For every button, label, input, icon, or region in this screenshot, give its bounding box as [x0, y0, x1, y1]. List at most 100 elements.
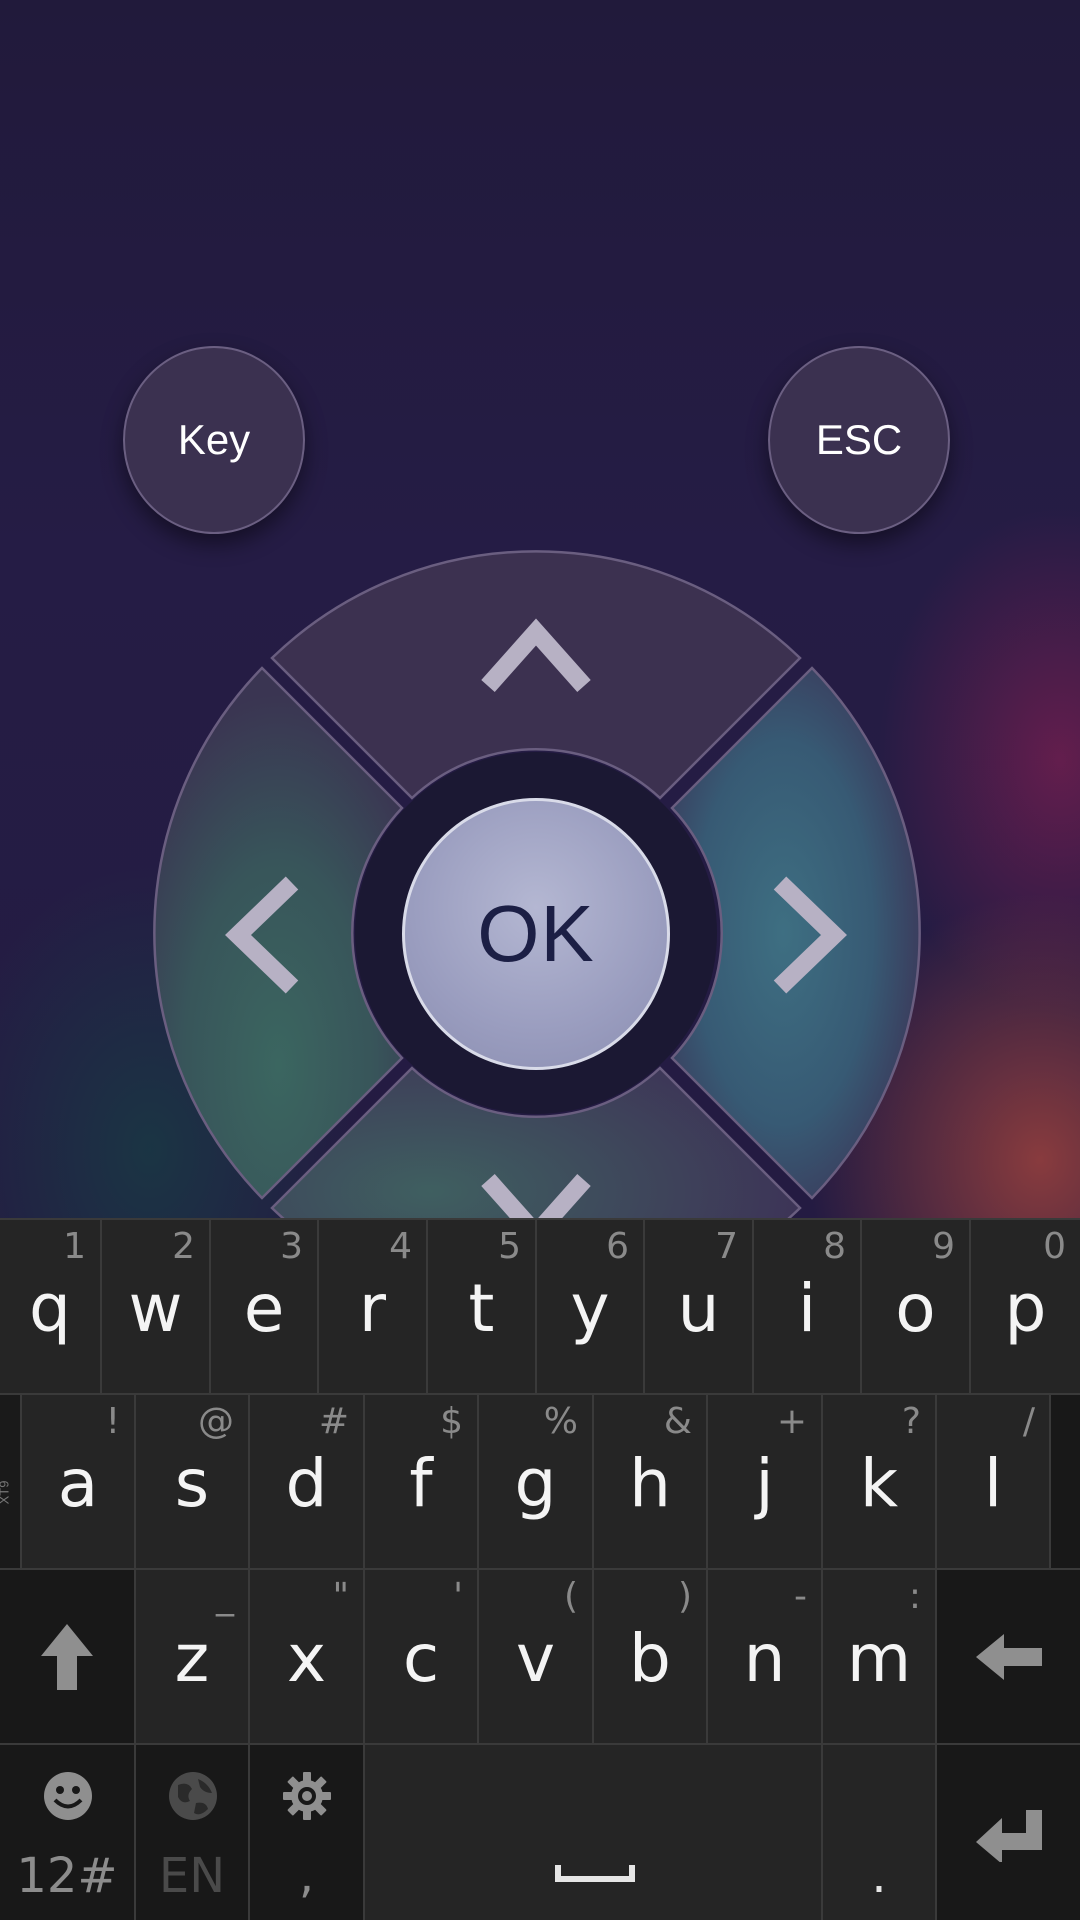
- key-sub-label: 0: [1043, 1226, 1066, 1267]
- key-label: u: [677, 1270, 720, 1347]
- key-p[interactable]: 0p: [971, 1220, 1080, 1393]
- key-label: i: [797, 1270, 817, 1347]
- key-sub-label: :: [908, 1576, 921, 1617]
- key-sub-label: ': [453, 1576, 463, 1617]
- gear-icon: [282, 1771, 332, 1826]
- key-q[interactable]: 1q: [0, 1220, 102, 1393]
- key-sub-label: _: [216, 1576, 234, 1617]
- key-sub-label: 5: [498, 1226, 521, 1267]
- shift-key[interactable]: [0, 1570, 136, 1743]
- key-x[interactable]: " x: [250, 1570, 365, 1743]
- emoji-symbols-key[interactable]: 12#: [0, 1745, 136, 1920]
- period-key[interactable]: .: [823, 1745, 937, 1920]
- key-sub-label: ): [677, 1576, 692, 1617]
- key-sub-label: @: [198, 1401, 234, 1442]
- key-label: y: [570, 1270, 610, 1347]
- keyboard-row-4: 12# EN , .: [0, 1745, 1080, 1920]
- key-l[interactable]: / l: [937, 1395, 1051, 1568]
- key-w[interactable]: 2w: [102, 1220, 211, 1393]
- key-g[interactable]: % g: [479, 1395, 594, 1568]
- keyboard: 1q 2w 3e 4r 5t 6y 7u 8i 9o 0p XT9 ! a @ s …: [0, 1218, 1080, 1920]
- enter-key[interactable]: [937, 1745, 1080, 1920]
- key-y[interactable]: 6y: [537, 1220, 645, 1393]
- key-label: f: [409, 1445, 433, 1522]
- space-key[interactable]: [365, 1745, 823, 1920]
- period-label: .: [871, 1848, 887, 1904]
- key-v[interactable]: (v: [479, 1570, 594, 1743]
- shift-icon: [0, 1570, 134, 1743]
- key-m[interactable]: :m: [823, 1570, 937, 1743]
- key-sub-label: 6: [606, 1226, 629, 1267]
- key-sub-label: +: [776, 1401, 807, 1442]
- space-bar-icon: [555, 1863, 635, 1888]
- key-label: e: [243, 1270, 285, 1347]
- key-sub-label: ": [332, 1576, 349, 1617]
- xt9-indicator: XT9: [0, 1395, 22, 1568]
- key-label: z: [174, 1620, 210, 1697]
- key-sub-label: !: [105, 1401, 120, 1442]
- key-label: v: [515, 1620, 556, 1697]
- key-s[interactable]: @ s: [136, 1395, 250, 1568]
- key-t[interactable]: 5t: [428, 1220, 537, 1393]
- backspace-arrow-icon: [937, 1570, 1080, 1743]
- keyboard-row-1: 1q 2w 3e 4r 5t 6y 7u 8i 9o 0p: [0, 1220, 1080, 1395]
- key-k[interactable]: ? k: [823, 1395, 937, 1568]
- key-label: w: [128, 1270, 183, 1347]
- key-o[interactable]: 9o: [862, 1220, 971, 1393]
- key-d[interactable]: # d: [250, 1395, 365, 1568]
- key-sub-label: 9: [932, 1226, 955, 1267]
- key-sub-label: &: [663, 1401, 692, 1442]
- backspace-key[interactable]: [937, 1570, 1080, 1743]
- key-label: g: [514, 1445, 557, 1522]
- key-label: t: [468, 1270, 495, 1347]
- key-sub-label: 2: [172, 1226, 195, 1267]
- key-sub-label: -: [794, 1576, 807, 1617]
- remote-panel: Key ESC OK: [0, 0, 1080, 1218]
- ok-button-label: OK: [477, 889, 595, 978]
- key-sub-label: 1: [63, 1226, 86, 1267]
- key-label: o: [895, 1270, 936, 1347]
- smiley-icon: [43, 1771, 93, 1826]
- key-sub-label: %: [543, 1401, 578, 1442]
- key-label: d: [285, 1445, 328, 1522]
- globe-icon: [168, 1771, 218, 1826]
- key-sub-label: #: [318, 1401, 349, 1442]
- ok-button[interactable]: OK: [402, 798, 670, 1070]
- key-z[interactable]: _ z: [136, 1570, 250, 1743]
- key-i[interactable]: 8i: [754, 1220, 862, 1393]
- key-sub-label: 3: [280, 1226, 303, 1267]
- key-label: k: [859, 1445, 899, 1522]
- key-label: p: [1004, 1270, 1047, 1347]
- settings-comma-key[interactable]: ,: [250, 1745, 365, 1920]
- key-a[interactable]: ! a: [22, 1395, 136, 1568]
- keyboard-row-2: XT9 ! a @ s # d $ f % g & h + j ? k / l: [0, 1395, 1080, 1570]
- dpad: OK: [0, 0, 1080, 1218]
- key-sub-label: 4: [389, 1226, 412, 1267]
- key-label: m: [846, 1620, 912, 1697]
- key-sub-label: (: [563, 1576, 578, 1617]
- key-label: b: [629, 1620, 671, 1697]
- key-row2-spacer: [1051, 1395, 1080, 1568]
- symbols-label: 12#: [16, 1848, 118, 1904]
- comma-label: ,: [298, 1848, 315, 1904]
- key-e[interactable]: 3e: [211, 1220, 319, 1393]
- key-label: h: [629, 1445, 671, 1522]
- key-label: a: [57, 1445, 99, 1522]
- language-key[interactable]: EN: [136, 1745, 250, 1920]
- key-h[interactable]: & h: [594, 1395, 708, 1568]
- xt9-label: XT9: [0, 1480, 12, 1505]
- key-n[interactable]: -n: [708, 1570, 823, 1743]
- key-b[interactable]: ) b: [594, 1570, 708, 1743]
- key-label: j: [755, 1445, 774, 1522]
- key-u[interactable]: 7u: [645, 1220, 754, 1393]
- key-sub-label: 8: [823, 1226, 846, 1267]
- key-label: q: [29, 1270, 71, 1347]
- key-label: s: [174, 1445, 210, 1522]
- key-r[interactable]: 4r: [319, 1220, 428, 1393]
- key-f[interactable]: $ f: [365, 1395, 479, 1568]
- key-c[interactable]: ' c: [365, 1570, 479, 1743]
- key-sub-label: 7: [715, 1226, 738, 1267]
- key-sub-label: ?: [901, 1401, 921, 1442]
- key-j[interactable]: + j: [708, 1395, 823, 1568]
- enter-icon: [937, 1745, 1080, 1920]
